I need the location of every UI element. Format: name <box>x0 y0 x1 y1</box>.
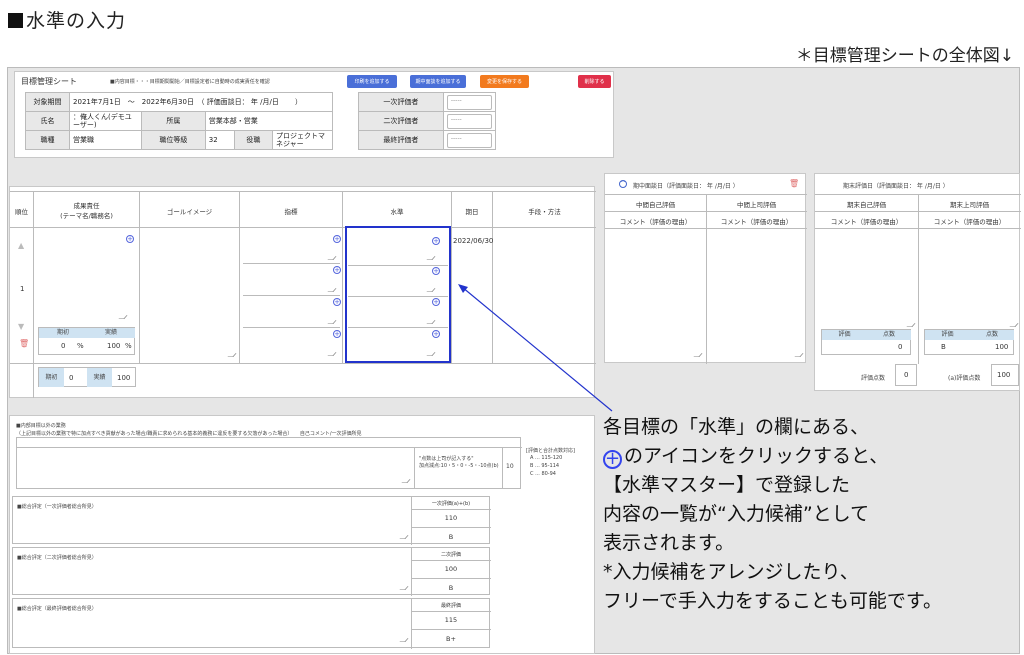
callout-line: 表示されます。 <box>603 532 735 554</box>
callout-line: *入力候補をアレンジしたり、 <box>603 561 859 583</box>
callout-line: 【水準マスター】で登録した <box>603 474 851 496</box>
callout-line: + のアイコンをクリックすると、 <box>603 445 889 469</box>
callout-line: 内容の一覧が“入力候補”として <box>603 503 870 525</box>
callout-line: 各目標の「水準」の欄にある、 <box>603 416 870 438</box>
callout-line: フリーで手入力をすることも可能です。 <box>603 590 942 612</box>
callout-text: 各目標の「水準」の欄にある、 + のアイコンをクリックすると、 【水準マスター】で… <box>603 413 1020 616</box>
plus-circle-icon: + <box>603 448 622 469</box>
